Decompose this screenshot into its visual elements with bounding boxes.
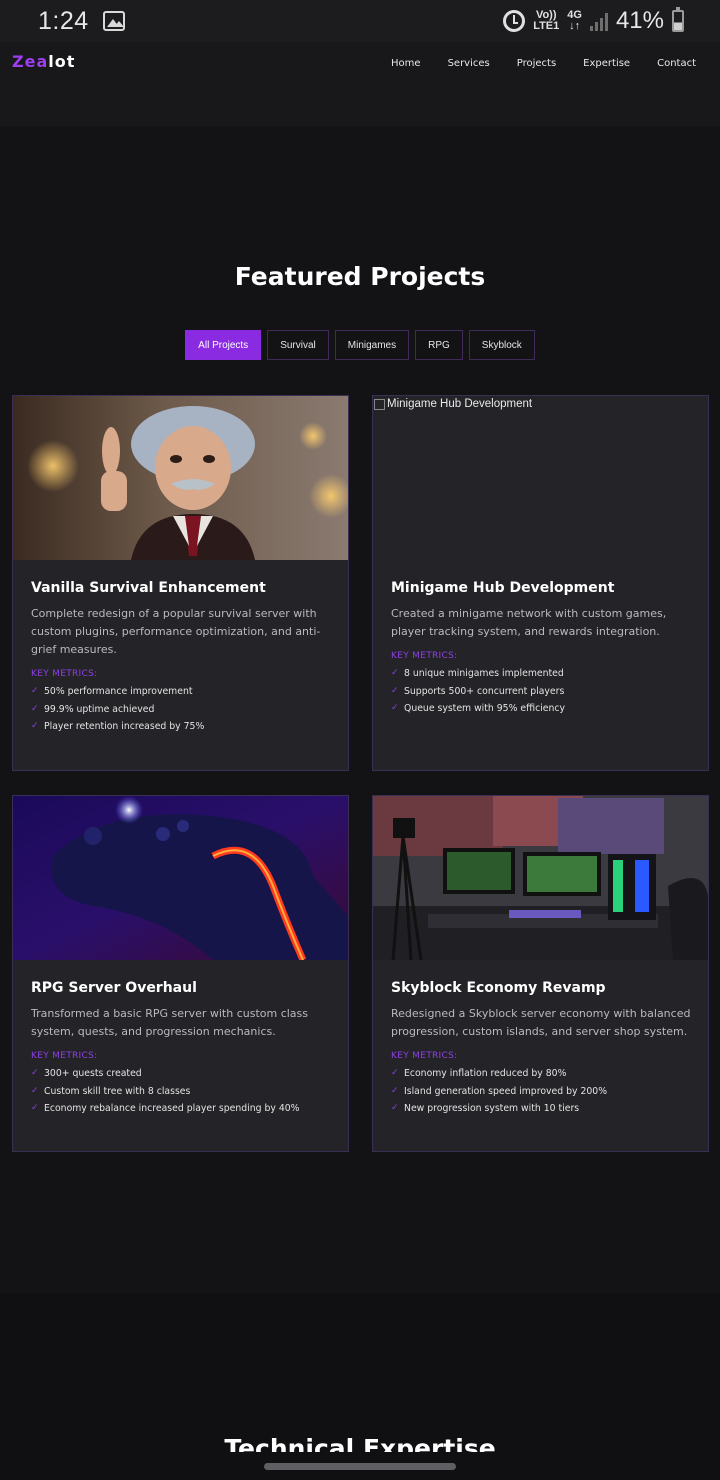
metric-item: ✓ Economy inflation reduced by 80% — [391, 1065, 694, 1083]
metric-item: ✓ 50% performance improvement — [31, 683, 334, 701]
metric-text: Custom skill tree with 8 classes — [44, 1085, 191, 1097]
check-icon: ✓ — [391, 1085, 399, 1096]
project-image-controller — [13, 796, 348, 960]
project-image-figurine — [13, 396, 348, 560]
nav-services[interactable]: Services — [448, 58, 490, 69]
project-image-broken: Minigame Hub Development — [373, 396, 708, 560]
metrics-list: ✓ 300+ quests created ✓ Custom skill tree … — [31, 1065, 334, 1118]
status-icons: Vo)) LTE1 4G ↓↑ 41% — [503, 0, 684, 42]
network-type-indicator: 4G ↓↑ — [567, 10, 582, 32]
metrics-list: ✓ Economy inflation reduced by 80% ✓ Islan… — [391, 1065, 694, 1118]
nav-home[interactable]: Home — [391, 58, 421, 69]
check-icon: ✓ — [31, 721, 39, 732]
project-card-body: Skyblock Economy Revamp Redesigned a Sky… — [391, 980, 694, 1118]
metric-text: Economy inflation reduced by 80% — [404, 1068, 567, 1079]
key-metrics-label: KEY METRICS: — [391, 1051, 458, 1061]
project-title: Vanilla Survival Enhancement — [31, 580, 266, 596]
filter-minigames[interactable]: Minigames — [334, 330, 410, 360]
project-card-minigames[interactable]: Minigame Hub Development Minigame Hub De… — [372, 395, 709, 771]
check-icon: ✓ — [31, 703, 39, 714]
logo-part-accent: Zea — [12, 52, 49, 71]
metric-item: ✓ New progression system with 10 tiers — [391, 1100, 694, 1118]
project-description: Redesigned a Skyblock server economy wit… — [391, 1007, 691, 1038]
metric-text: New progression system with 10 tiers — [404, 1103, 580, 1115]
key-metrics-label: KEY METRICS: — [391, 651, 458, 661]
home-indicator[interactable] — [264, 1463, 456, 1470]
metrics-list: ✓ 50% performance improvement ✓ 99.9% upti… — [31, 683, 334, 736]
metric-item: ✓ Player retention increased by 75% — [31, 718, 334, 736]
metric-text: 300+ quests created — [44, 1068, 142, 1079]
project-description: Created a minigame network with custom g… — [391, 607, 667, 638]
metric-text: Economy rebalance increased player spend… — [44, 1103, 300, 1115]
metric-item: ✓ 99.9% uptime achieved — [31, 701, 334, 719]
project-filters: All Projects Survival Minigames RPG Skyb… — [0, 330, 720, 360]
section-title-technical-expertise: Technical Expertise — [224, 1434, 496, 1452]
metric-item: ✓ Supports 500+ concurrent players — [391, 683, 694, 701]
logo-part-white: lot — [48, 52, 76, 71]
project-description: Complete redesign of a popular survival … — [31, 607, 321, 656]
filter-survival[interactable]: Survival — [267, 330, 329, 360]
project-card-rpg[interactable]: RPG Server Overhaul Transformed a basic … — [12, 795, 349, 1152]
filter-rpg[interactable]: RPG — [415, 330, 463, 360]
broken-image-icon — [374, 398, 385, 410]
metric-item: ✓ 300+ quests created — [31, 1065, 334, 1083]
alarm-icon — [503, 10, 526, 32]
check-icon: ✓ — [391, 703, 399, 714]
metric-text: 50% performance improvement — [44, 686, 193, 697]
network-line2: ↓↑ — [569, 20, 581, 32]
metric-text: 8 unique minigames implemented — [404, 668, 564, 679]
project-image-gaming-setup — [373, 796, 708, 960]
project-card-body: Minigame Hub Development Created a minig… — [391, 580, 694, 718]
nav-projects[interactable]: Projects — [517, 58, 556, 69]
main-nav: Home Services Projects Expertise Contact — [391, 58, 696, 69]
nav-contact[interactable]: Contact — [657, 58, 696, 69]
check-icon: ✓ — [31, 686, 39, 696]
metric-item: ✓ Island generation speed improved by 200… — [391, 1083, 694, 1101]
site-header: Zealot Home Services Projects Expertise … — [0, 42, 720, 126]
metric-item: ✓ Queue system with 95% efficiency — [391, 700, 694, 718]
project-card-body: Vanilla Survival Enhancement Complete re… — [31, 580, 334, 736]
signal-icon — [589, 11, 608, 31]
project-title: RPG Server Overhaul — [31, 980, 197, 996]
check-icon: ✓ — [391, 1103, 399, 1114]
volte-line2: LTE1 — [533, 20, 560, 32]
project-title: Minigame Hub Development — [391, 580, 615, 596]
status-time: 1:24 — [38, 6, 89, 35]
check-icon: ✓ — [31, 1085, 39, 1096]
check-icon: ✓ — [391, 668, 399, 678]
nav-expertise[interactable]: Expertise — [583, 58, 630, 69]
filter-all-projects[interactable]: All Projects — [185, 330, 262, 360]
metric-item: ✓ 8 unique minigames implemented — [391, 665, 694, 683]
project-title: Skyblock Economy Revamp — [391, 980, 606, 996]
battery-percent: 41% — [615, 7, 664, 34]
metric-text: Supports 500+ concurrent players — [404, 685, 565, 697]
metric-text: Island generation speed improved by 200% — [404, 1085, 608, 1097]
section-title-featured-projects: Featured Projects — [234, 262, 486, 291]
filter-skyblock[interactable]: Skyblock — [468, 330, 535, 360]
gallery-icon — [102, 11, 125, 31]
check-icon: ✓ — [391, 685, 399, 696]
metrics-list: ✓ 8 unique minigames implemented ✓ Support… — [391, 665, 694, 718]
battery-icon — [672, 7, 684, 32]
check-icon: ✓ — [31, 1068, 39, 1078]
metric-text: Player retention increased by 75% — [44, 721, 205, 733]
metric-item: ✓ Economy rebalance increased player spen… — [31, 1100, 334, 1118]
project-description: Transformed a basic RPG server with cust… — [31, 1007, 309, 1038]
key-metrics-label: KEY METRICS: — [31, 669, 98, 679]
check-icon: ✓ — [391, 1068, 399, 1078]
volte-indicator: Vo)) LTE1 — [533, 10, 559, 32]
project-card-body: RPG Server Overhaul Transformed a basic … — [31, 980, 334, 1118]
image-alt-text: Minigame Hub Development — [387, 398, 533, 410]
site-logo[interactable]: Zealot — [12, 52, 75, 71]
status-bar: 1:24 Vo)) LTE1 4G ↓↑ 41% — [0, 0, 720, 42]
check-icon: ✓ — [31, 1103, 39, 1114]
project-card-survival[interactable]: Vanilla Survival Enhancement Complete re… — [12, 395, 349, 771]
metric-item: ✓ Custom skill tree with 8 classes — [31, 1083, 334, 1101]
key-metrics-label: KEY METRICS: — [31, 1051, 98, 1061]
metric-text: Queue system with 95% efficiency — [404, 703, 565, 715]
project-card-skyblock[interactable]: Skyblock Economy Revamp Redesigned a Sky… — [372, 795, 709, 1152]
broken-image: Minigame Hub Development — [373, 396, 708, 410]
metric-text: 99.9% uptime achieved — [44, 703, 155, 715]
